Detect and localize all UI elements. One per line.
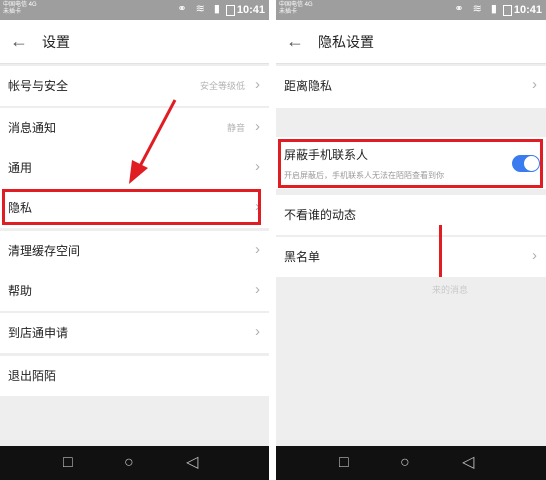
item-label: 帮助 [8, 284, 33, 298]
status-icons: ⚭ ≋ ▮ [177, 3, 223, 15]
settings-item-store-apply[interactable]: 到店通申请 › [0, 313, 269, 353]
settings-item-help[interactable]: 帮助 › [0, 271, 269, 311]
back-arrow-icon[interactable]: ← [286, 29, 304, 53]
item-label: 消息通知 [8, 121, 57, 135]
clock: 10:41 [513, 4, 542, 16]
top-bar: ← 隐私设置 [276, 20, 546, 64]
recent-apps-icon[interactable]: □ [339, 453, 349, 473]
settings-screen: 中国电信 4G 未插卡 ⚭ ≋ ▮ 10:41 ← 设置 帐号与安全 安全等级低… [0, 0, 269, 480]
battery-icon [503, 5, 512, 16]
back-icon[interactable]: ◁ [186, 453, 198, 473]
item-label: 黑名单 [284, 250, 321, 264]
page-title: 隐私设置 [318, 34, 374, 50]
home-icon[interactable]: ○ [400, 453, 410, 473]
security-level-hint: 安全等级低 [199, 81, 245, 91]
back-icon[interactable]: ◁ [462, 453, 474, 473]
chevron-right-icon: › [255, 281, 260, 298]
chevron-right-icon: › [532, 247, 537, 264]
chevron-right-icon: › [532, 76, 537, 93]
item-label: 帐号与安全 [8, 79, 69, 93]
privacy-item-hide-feeds[interactable]: 不看谁的动态 [276, 195, 546, 235]
privacy-item-distance[interactable]: 距离隐私 › [276, 66, 546, 108]
chevron-right-icon: › [255, 76, 260, 93]
android-nav-bar: □ ○ ◁ [0, 446, 269, 480]
back-arrow-icon[interactable]: ← [10, 29, 28, 53]
privacy-highlight-box [2, 189, 261, 225]
home-icon[interactable]: ○ [124, 453, 134, 473]
annotation-line [439, 225, 442, 277]
clock: 10:41 [236, 4, 265, 16]
recent-apps-icon[interactable]: □ [63, 453, 73, 473]
settings-item-clear-cache[interactable]: 清理缓存空间 › [0, 231, 269, 271]
item-label: 不看谁的动态 [284, 208, 357, 222]
chevron-right-icon: › [255, 118, 260, 135]
privacy-settings-screen: 中国电信 4G 未插卡 ⚭ ≋ ▮ 10:41 ← 隐私设置 距离隐私 › 屏蔽… [276, 0, 546, 480]
chevron-right-icon: › [255, 241, 260, 258]
item-label: 通用 [8, 161, 33, 175]
top-bar: ← 设置 [0, 20, 269, 64]
page-title: 设置 [42, 34, 70, 50]
item-label: 清理缓存空间 [8, 244, 81, 258]
mute-hint: 静音 [226, 123, 245, 133]
privacy-item-blacklist[interactable]: 黑名单 › [276, 237, 546, 277]
chevron-right-icon: › [255, 323, 260, 340]
carrier-label: 中国电信 4G 未插卡 [279, 2, 313, 16]
block-contacts-highlight-box [278, 139, 543, 188]
status-bar: 中国电信 4G 未插卡 ⚭ ≋ ▮ 10:41 [276, 0, 546, 20]
status-bar: 中国电信 4G 未插卡 ⚭ ≋ ▮ 10:41 [0, 0, 269, 20]
status-icons: ⚭ ≋ ▮ [454, 3, 500, 15]
settings-item-account-security[interactable]: 帐号与安全 安全等级低 › [0, 66, 269, 106]
carrier-label: 中国电信 4G 未插卡 [3, 2, 37, 16]
faint-message-text: 来的消息 [432, 285, 469, 295]
item-label: 距离隐私 [284, 79, 333, 93]
carrier-name: 中国电信 4G [3, 2, 37, 8]
android-nav-bar: □ ○ ◁ [276, 446, 546, 480]
chevron-right-icon: › [255, 158, 260, 175]
battery-icon [226, 5, 235, 16]
item-label: 退出陌陌 [8, 369, 57, 383]
settings-item-notifications[interactable]: 消息通知 静音 › [0, 108, 269, 148]
settings-item-general[interactable]: 通用 › [0, 148, 269, 188]
settings-item-logout[interactable]: 退出陌陌 [0, 356, 269, 396]
item-label: 到店通申请 [8, 326, 69, 340]
carrier-name: 中国电信 4G [279, 2, 313, 8]
sim-status: 未插卡 [3, 9, 22, 15]
sim-status: 未插卡 [279, 9, 298, 15]
